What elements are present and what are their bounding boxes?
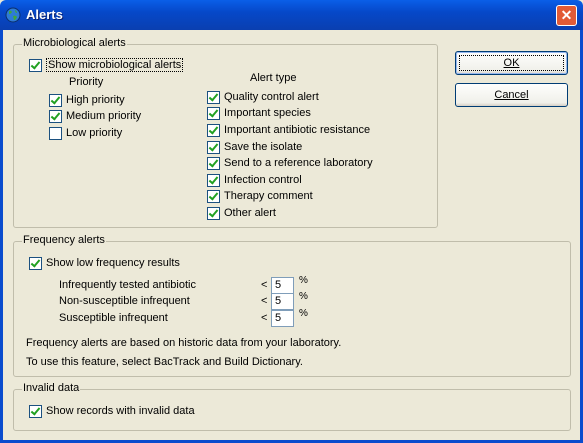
save-the-isolate-checkbox[interactable] bbox=[207, 141, 220, 154]
cancel-button[interactable]: Cancel bbox=[455, 83, 568, 107]
show-low-frequency-results-checkbox[interactable] bbox=[29, 257, 42, 270]
show-invalid-data-label[interactable]: Show records with invalid data bbox=[46, 405, 195, 417]
save-the-isolate-label[interactable]: Save the isolate bbox=[224, 141, 302, 153]
show-microbiological-alerts-label[interactable]: Show microbiological alerts bbox=[46, 58, 184, 72]
frequency-alerts-legend: Frequency alerts bbox=[22, 234, 106, 246]
infrequently-tested-antibiotic-label: Infrequently tested antibiotic bbox=[59, 279, 196, 291]
medium-priority-checkbox[interactable] bbox=[49, 110, 62, 123]
susceptible-infrequent-unit: % bbox=[299, 308, 308, 319]
infrequently-tested-antibiotic-unit: % bbox=[299, 275, 308, 286]
close-button[interactable]: ✕ bbox=[556, 5, 577, 26]
title-bar: Alerts ✕ bbox=[0, 0, 583, 30]
infection-control-label[interactable]: Infection control bbox=[224, 174, 302, 186]
medium-priority-label[interactable]: Medium priority bbox=[66, 110, 141, 122]
important-antibiotic-resistance-label[interactable]: Important antibiotic resistance bbox=[224, 124, 370, 136]
non-susceptible-infrequent-label: Non-susceptible infrequent bbox=[59, 295, 190, 307]
non-susceptible-infrequent-input[interactable]: 5 bbox=[271, 293, 294, 310]
infrequently-tested-antibiotic-op: < bbox=[261, 279, 268, 291]
other-alert-label[interactable]: Other alert bbox=[224, 207, 276, 219]
low-priority-checkbox[interactable] bbox=[49, 127, 62, 140]
non-susceptible-infrequent-unit: % bbox=[299, 291, 308, 302]
alert-type-header: Alert type bbox=[250, 72, 297, 84]
globe-icon bbox=[5, 7, 21, 23]
susceptible-infrequent-label: Susceptible infrequent bbox=[59, 312, 168, 324]
cancel-button-label: Cancel bbox=[494, 89, 529, 101]
high-priority-checkbox[interactable] bbox=[49, 94, 62, 107]
microbiological-alerts-legend: Microbiological alerts bbox=[22, 37, 127, 49]
susceptible-infrequent-input[interactable]: 5 bbox=[271, 310, 294, 327]
important-antibiotic-resistance-checkbox[interactable] bbox=[207, 124, 220, 137]
therapy-comment-label[interactable]: Therapy comment bbox=[224, 190, 313, 202]
ok-focus-ring bbox=[459, 55, 564, 71]
window-title: Alerts bbox=[26, 7, 63, 22]
therapy-comment-checkbox[interactable] bbox=[207, 190, 220, 203]
important-species-label[interactable]: Important species bbox=[224, 107, 311, 119]
non-susceptible-infrequent-op: < bbox=[261, 295, 268, 307]
ok-button[interactable]: OK bbox=[455, 51, 568, 75]
infrequently-tested-antibiotic-input[interactable]: 5 bbox=[271, 277, 294, 294]
invalid-data-legend: Invalid data bbox=[22, 382, 81, 394]
important-species-checkbox[interactable] bbox=[207, 107, 220, 120]
infection-control-checkbox[interactable] bbox=[207, 174, 220, 187]
show-low-frequency-results-label[interactable]: Show low frequency results bbox=[46, 257, 180, 269]
low-priority-label[interactable]: Low priority bbox=[66, 127, 122, 139]
susceptible-infrequent-op: < bbox=[261, 312, 268, 324]
frequency-note-bactrack: To use this feature, select BacTrack and… bbox=[26, 356, 303, 368]
send-to-reference-laboratory-label[interactable]: Send to a reference laboratory bbox=[224, 157, 373, 169]
high-priority-label[interactable]: High priority bbox=[66, 94, 125, 106]
priority-header: Priority bbox=[69, 76, 104, 88]
other-alert-checkbox[interactable] bbox=[207, 207, 220, 220]
quality-control-alert-label[interactable]: Quality control alert bbox=[224, 91, 319, 103]
show-invalid-data-checkbox[interactable] bbox=[29, 405, 42, 418]
frequency-note-history: Frequency alerts are based on historic d… bbox=[26, 337, 342, 349]
send-to-reference-laboratory-checkbox[interactable] bbox=[207, 157, 220, 170]
quality-control-alert-checkbox[interactable] bbox=[207, 91, 220, 104]
show-microbiological-alerts-checkbox[interactable] bbox=[29, 59, 42, 72]
